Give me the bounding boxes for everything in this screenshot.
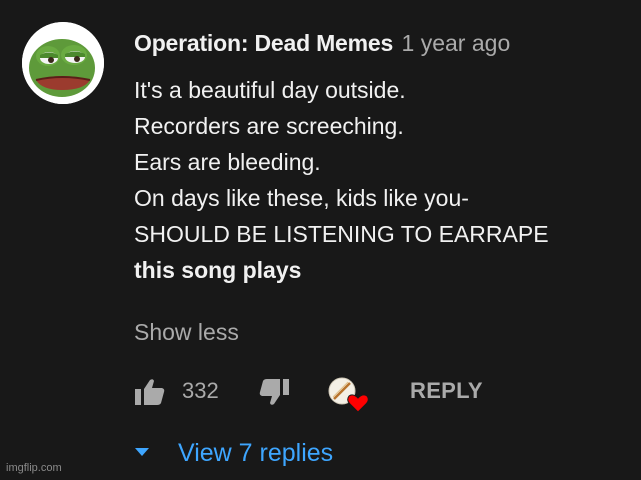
- comment-timestamp[interactable]: 1 year ago: [402, 30, 511, 56]
- thumbs-down-icon: [259, 379, 289, 405]
- view-replies-label: View 7 replies: [178, 439, 334, 467]
- comment-header: Operation: Dead Memes 1 year ago: [134, 28, 510, 58]
- watermark: imgflip.com: [6, 462, 62, 474]
- thumbs-up-icon: [135, 379, 165, 405]
- comment-text: It's a beautiful day outside. Recorders …: [134, 72, 549, 288]
- caret-down-icon: [135, 448, 149, 456]
- creator-heart-icon: [328, 377, 369, 413]
- pepe-frog-icon: [22, 22, 104, 104]
- dislike-button[interactable]: [258, 377, 290, 407]
- comment-line: this song plays: [134, 257, 302, 283]
- show-less-button[interactable]: Show less: [134, 316, 239, 348]
- comment-line: It's a beautiful day outside.: [134, 77, 406, 103]
- like-button[interactable]: [134, 377, 166, 407]
- comment-line: On days like these, kids like you-: [134, 185, 469, 211]
- comment-line: Ears are bleeding.: [134, 149, 321, 175]
- reply-button[interactable]: REPLY: [410, 376, 483, 406]
- like-count: 332: [182, 378, 219, 403]
- author-name[interactable]: Operation: Dead Memes: [134, 30, 393, 56]
- comment-line: SHOULD BE LISTENING TO EARRAPE: [134, 221, 549, 247]
- author-avatar[interactable]: [22, 22, 104, 104]
- comment-line: Recorders are screeching.: [134, 113, 404, 139]
- creator-heart-badge[interactable]: [326, 375, 370, 415]
